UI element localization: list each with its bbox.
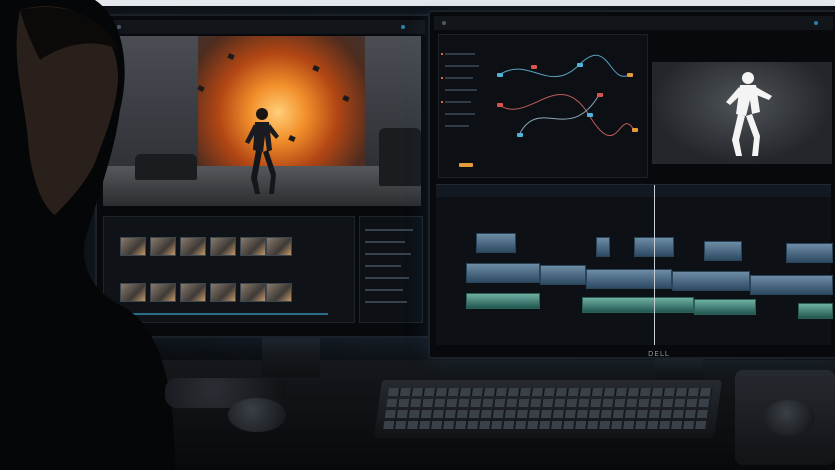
computer-mouse (228, 398, 286, 432)
debris (197, 84, 205, 93)
timeline-clip[interactable] (586, 269, 672, 289)
graph-node[interactable] (577, 63, 583, 67)
inspector-row (365, 301, 407, 303)
menu-dot-icon (442, 21, 446, 25)
key-row (384, 410, 710, 418)
graph-node[interactable] (587, 113, 593, 117)
right-monitor: DELL (428, 10, 835, 359)
debris (312, 64, 320, 73)
timeline-clip[interactable] (750, 275, 833, 295)
status-dot-icon (401, 25, 405, 29)
control-surface-jog-pad (735, 370, 835, 465)
car-right (379, 128, 421, 186)
node-connections (498, 54, 635, 137)
clip-thumbnail[interactable] (266, 283, 292, 302)
audio-clip[interactable] (582, 297, 694, 313)
status-dot-icon (814, 21, 818, 25)
right-app-titlebar (434, 16, 833, 30)
inspector-row (365, 265, 401, 267)
monitor-brand-label: DELL (648, 350, 670, 358)
key-row (383, 421, 709, 429)
graph-node[interactable] (531, 65, 537, 69)
clip-thumbnail[interactable] (266, 237, 292, 256)
timeline-clip[interactable] (672, 271, 750, 291)
inspector-row (365, 289, 403, 291)
left-monitor-stand (262, 332, 320, 377)
timeline-clip[interactable] (540, 265, 586, 285)
running-man-figure (245, 108, 279, 194)
debris (227, 52, 235, 61)
debris (342, 94, 350, 103)
clip-thumbnail[interactable] (180, 283, 206, 302)
audio-clip[interactable] (694, 299, 756, 315)
inspector-row (365, 277, 409, 279)
graph-node[interactable] (597, 93, 603, 97)
timeline-clip[interactable] (596, 237, 610, 257)
key-row (386, 399, 712, 407)
clip-thumbnail[interactable] (240, 283, 266, 302)
clip-thumbnail[interactable] (180, 237, 206, 256)
key-row (387, 388, 713, 396)
graph-node[interactable] (497, 73, 503, 77)
debris (288, 134, 296, 143)
timeline-clip[interactable] (476, 233, 516, 253)
graph-node[interactable] (517, 133, 523, 137)
timeline-clip[interactable] (786, 243, 833, 263)
clip-thumbnail[interactable] (210, 237, 236, 256)
clip-thumbnail[interactable] (240, 237, 266, 256)
clip-thumbnail[interactable] (210, 283, 236, 302)
inspector-row (365, 241, 405, 243)
inspector-row (365, 253, 411, 255)
graph-node[interactable] (627, 73, 633, 77)
keyboard (373, 380, 723, 438)
graph-node[interactable] (632, 128, 638, 132)
mask-preview-viewer (652, 62, 832, 164)
editing-desk-photo: DELL (0, 0, 835, 470)
inspector-panel (359, 216, 423, 323)
audio-clip[interactable] (798, 303, 833, 319)
node-graph-panel (438, 34, 648, 178)
editor-person-silhouette (0, 0, 175, 470)
timeline-playhead[interactable] (654, 185, 655, 345)
graph-node[interactable] (459, 163, 473, 167)
inspector-row (365, 229, 413, 231)
timeline-clip[interactable] (466, 263, 540, 283)
editing-timeline (436, 184, 833, 345)
white-silhouette-mask (726, 72, 772, 156)
timeline-ruler (436, 185, 831, 197)
timeline-clip[interactable] (704, 241, 742, 261)
audio-clip[interactable] (466, 293, 540, 309)
jog-wheel (763, 400, 815, 436)
graph-node[interactable] (497, 103, 503, 107)
